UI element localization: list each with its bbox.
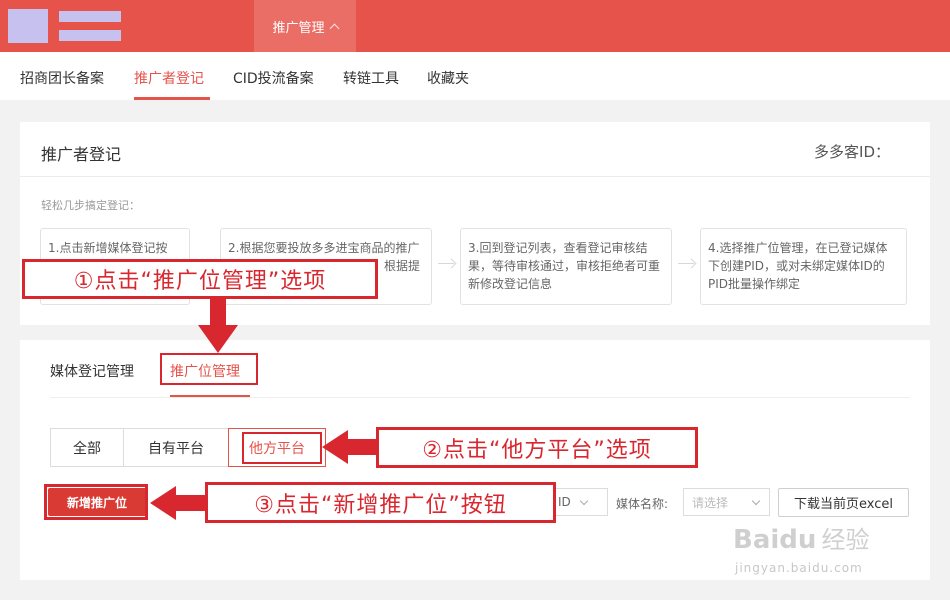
highlight-box: [242, 432, 322, 464]
top-tab-promotion-management[interactable]: 推广管理: [254, 0, 356, 52]
media-name-select[interactable]: 请选择: [683, 488, 770, 516]
logo-placeholder: [8, 9, 48, 43]
media-name-label: 媒体名称:: [616, 497, 669, 511]
active-tab-underline: [170, 395, 250, 397]
watermark-text: 经验: [821, 526, 870, 554]
subnav-item-promoter-register[interactable]: 推广者登记: [134, 68, 204, 88]
arrow-right-icon: [678, 263, 694, 264]
watermark-url: jingyan.baidu.com: [735, 561, 863, 575]
active-tab-underline: [134, 97, 210, 100]
subnav-item-leader-filing[interactable]: 招商团长备案: [20, 68, 104, 88]
segment-all[interactable]: 全部: [50, 428, 124, 467]
watermark-logo: Baidu: [733, 525, 817, 555]
step-card: 3.回到登记列表，查看登记审核结果，等待审核通过，审核拒绝者可重新修改登记信息: [460, 228, 672, 305]
step-card: 4.选择推广位管理，在已登记媒体下创建PID，或对未绑定媒体ID的PID批量操作…: [700, 228, 907, 305]
highlight-box: [44, 484, 148, 520]
arrow-right-icon: [438, 263, 454, 264]
chevron-down-icon: [751, 496, 761, 505]
subnav-item-cid-filing[interactable]: CID投流备案: [233, 68, 314, 88]
register-hint: 轻松几步搞定登记：: [41, 199, 140, 212]
chevron-up-icon: [329, 23, 339, 33]
segment-own-platform[interactable]: 自有平台: [123, 428, 229, 467]
page-title: 推广者登记: [41, 145, 122, 164]
arrow-down-icon: [198, 299, 238, 353]
highlight-box: [160, 353, 258, 385]
annotation-step1: ①点击“推广位管理”选项: [22, 259, 378, 299]
watermark: Baidu 经验: [733, 520, 870, 555]
subnav-item-favorites[interactable]: 收藏夹: [427, 68, 469, 88]
divider: [20, 176, 930, 177]
id-filter-select[interactable]: ID: [556, 488, 608, 516]
top-tab-label: 推广管理: [272, 20, 325, 36]
annotation-step2: ②点击“他方平台”选项: [376, 427, 698, 468]
pid-label: 多多客ID：: [814, 143, 890, 161]
arrow-left-icon: [150, 486, 206, 520]
logo-text-placeholder: [59, 30, 121, 41]
top-bar: 推广管理: [0, 0, 950, 52]
media-name-placeholder: 请选择: [692, 495, 729, 510]
download-excel-button[interactable]: 下载当前页excel: [778, 488, 909, 517]
divider: [50, 397, 910, 398]
id-filter-value: ID: [558, 495, 571, 509]
tab-media-register[interactable]: 媒体登记管理: [50, 361, 134, 381]
chevron-down-icon: [579, 496, 589, 505]
arrow-left-icon: [322, 430, 378, 464]
annotation-step3: ③点击“新增推广位”按钮: [205, 482, 556, 523]
logo-text-placeholder: [59, 11, 121, 22]
subnav-item-link-tool[interactable]: 转链工具: [343, 68, 399, 88]
sub-nav: 招商团长备案 推广者登记 CID投流备案 转链工具 收藏夹: [0, 52, 950, 100]
